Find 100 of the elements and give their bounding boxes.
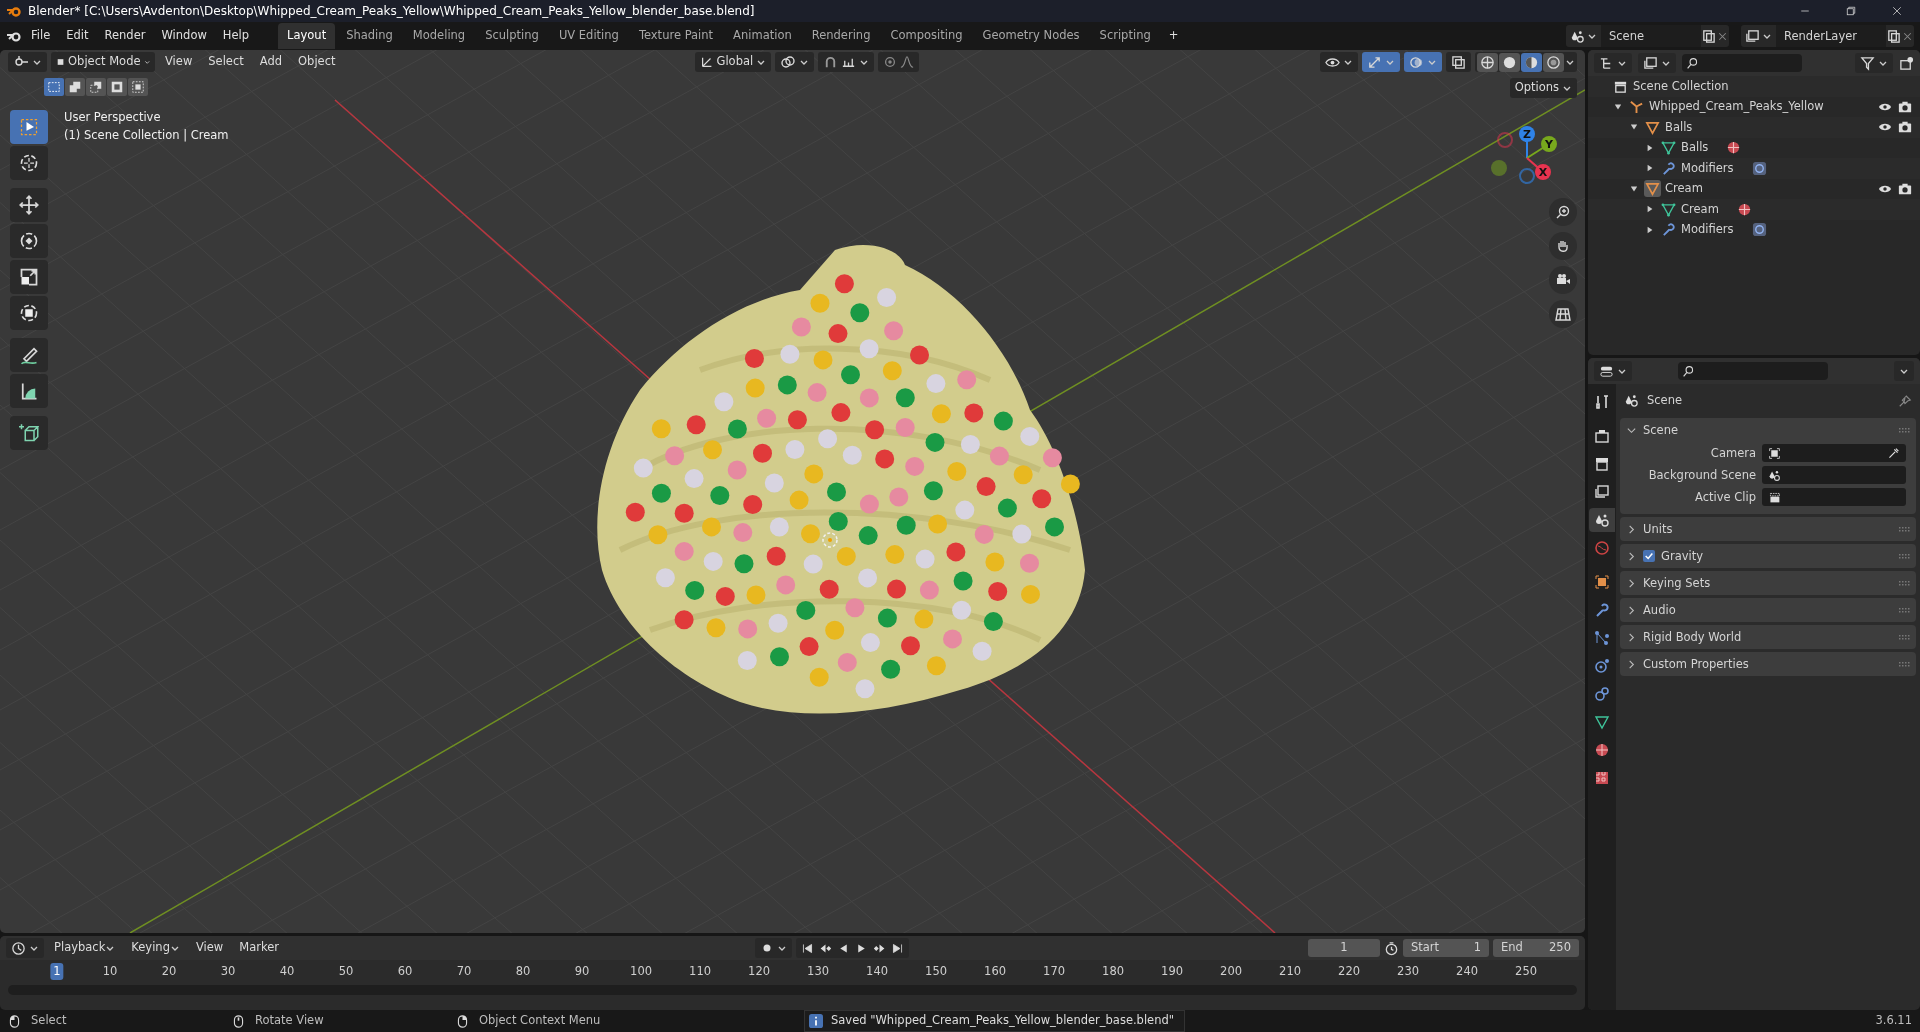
outliner-item[interactable]: Scene Collection [1633, 77, 1729, 95]
expanded-arrow-icon[interactable] [1614, 102, 1622, 111]
options-dropdown[interactable]: Options [1509, 78, 1577, 98]
workspace-tab[interactable]: Compositing [881, 23, 972, 49]
material-icon[interactable] [1726, 140, 1742, 156]
copy-icon[interactable] [1701, 28, 1716, 44]
overlay-toggle-icon[interactable] [1409, 54, 1424, 70]
current-frame-field[interactable]: 1 [1308, 939, 1380, 957]
solid-shading-icon[interactable] [1502, 54, 1517, 70]
panel-header[interactable]: Scene [1643, 421, 1679, 439]
camera-icon[interactable] [1898, 99, 1912, 114]
drag-handle-icon[interactable] [1899, 634, 1910, 641]
close-icon[interactable] [1891, 5, 1903, 17]
drag-handle-icon[interactable] [1899, 553, 1910, 560]
start-frame-field[interactable]: Start 1 [1403, 939, 1489, 957]
scene-selector[interactable]: Scene [1601, 25, 1701, 47]
expanded-arrow-icon[interactable] [1630, 123, 1638, 132]
physics-icon[interactable] [1594, 658, 1610, 674]
drag-handle-icon[interactable] [1899, 580, 1910, 587]
transform-icon[interactable] [19, 303, 39, 323]
workspace-tab[interactable]: Layout [278, 23, 336, 49]
constraints-icon[interactable] [1594, 686, 1610, 702]
restore-icon[interactable] [1845, 5, 1857, 17]
copy-icon[interactable] [1886, 28, 1901, 44]
select-mode-subtract-icon[interactable] [89, 80, 103, 94]
menu-item[interactable]: Window [154, 25, 214, 47]
outliner-item[interactable]: Modifiers [1681, 159, 1734, 177]
rotate-icon[interactable] [19, 231, 39, 251]
eyedropper-icon[interactable] [1887, 446, 1900, 460]
collapsed-arrow-icon[interactable] [1646, 143, 1654, 152]
new-collection-icon[interactable] [1899, 55, 1914, 71]
grid-icon[interactable] [1555, 306, 1571, 322]
panel-header[interactable]: Units [1643, 520, 1673, 538]
chevron-right-icon[interactable] [1626, 604, 1637, 616]
outliner-item[interactable]: Cream [1665, 180, 1703, 198]
transform-orientation-dropdown[interactable]: Global [694, 52, 772, 72]
move-icon[interactable] [19, 195, 39, 215]
material-shading-icon[interactable] [1524, 54, 1539, 70]
panel-header[interactable]: Gravity [1661, 547, 1703, 565]
output-icon[interactable] [1594, 456, 1610, 472]
chevron-right-icon[interactable] [1626, 577, 1637, 589]
select-mode-invert-icon[interactable] [110, 80, 124, 94]
field-input[interactable] [1762, 466, 1906, 485]
xray-toggle-icon[interactable] [1451, 54, 1466, 70]
end-frame-field[interactable]: End 250 [1493, 939, 1579, 957]
workspace-tab[interactable]: Shading [337, 23, 402, 49]
axis-handle[interactable]: Z [1519, 126, 1535, 159]
mesh-data-icon[interactable] [1594, 714, 1610, 730]
drag-handle-icon[interactable] [1899, 661, 1910, 668]
cursor-icon[interactable] [19, 153, 39, 173]
texture-icon[interactable] [1594, 770, 1610, 786]
clock-icon[interactable] [11, 940, 26, 956]
pin-icon[interactable] [1898, 393, 1912, 408]
outliner-item[interactable]: Modifiers [1681, 221, 1734, 239]
filter-icon[interactable] [1860, 55, 1875, 71]
view-layer-icon[interactable] [1643, 55, 1658, 71]
workspace-tab[interactable]: Sculpting [476, 23, 548, 49]
camera-icon[interactable] [1898, 181, 1912, 196]
workspace-tab[interactable]: Geometry Nodes [973, 23, 1089, 49]
scene-icon[interactable] [1570, 28, 1585, 44]
modifier-icon[interactable] [1751, 222, 1767, 238]
chevron-right-icon[interactable] [1626, 658, 1637, 670]
field-input[interactable] [1762, 444, 1906, 463]
tool-icon[interactable] [1594, 394, 1610, 410]
playhead-frame[interactable]: 1 [50, 963, 64, 981]
outliner-item[interactable]: Whipped_Cream_Peaks_Yellow [1649, 98, 1824, 116]
menu-item[interactable]: Render [97, 25, 153, 47]
pivot-icon[interactable] [780, 54, 797, 70]
gizmo-toggle-icon[interactable] [1367, 54, 1382, 70]
drag-handle-icon[interactable] [1899, 526, 1910, 533]
panel-header[interactable]: Audio [1643, 601, 1676, 619]
particles-icon[interactable] [1594, 630, 1610, 646]
checkbox[interactable] [1643, 550, 1655, 563]
select-mode-set-icon[interactable] [47, 80, 61, 94]
workspace-tab[interactable]: UV Editing [549, 23, 628, 49]
workspace-tab[interactable]: Texture Paint [629, 23, 723, 49]
outliner-item[interactable]: Cream [1681, 200, 1719, 218]
field-input[interactable] [1762, 488, 1906, 507]
search-field[interactable] [1682, 54, 1802, 72]
chevron-right-icon[interactable] [1626, 523, 1637, 535]
view-layer-selector[interactable]: RenderLayer [1776, 25, 1886, 47]
menu-item[interactable]: View [159, 53, 199, 71]
drag-handle-icon[interactable] [1899, 427, 1910, 434]
zoom-icon[interactable] [1555, 204, 1571, 220]
collapsed-arrow-icon[interactable] [1646, 164, 1654, 173]
ruler-icon[interactable] [19, 381, 39, 401]
modifier-icon[interactable] [1751, 160, 1767, 176]
rendered-shading-icon[interactable] [1546, 54, 1561, 70]
select-mode-extend-icon[interactable] [68, 80, 82, 94]
drag-handle-icon[interactable] [1899, 607, 1910, 614]
wireframe-shading-icon[interactable] [1480, 54, 1495, 70]
world-icon[interactable] [1594, 540, 1610, 556]
stopwatch-icon[interactable] [1384, 940, 1399, 956]
menu-item[interactable]: Select [202, 53, 250, 71]
falloff-curve-icon[interactable] [900, 55, 915, 69]
menu-item[interactable]: Playback [48, 939, 122, 957]
outliner-item[interactable]: Balls [1665, 118, 1693, 136]
select-mode-intersect-icon[interactable] [131, 80, 145, 94]
pencil-icon[interactable] [19, 345, 39, 365]
collapsed-arrow-icon[interactable] [1646, 205, 1654, 214]
